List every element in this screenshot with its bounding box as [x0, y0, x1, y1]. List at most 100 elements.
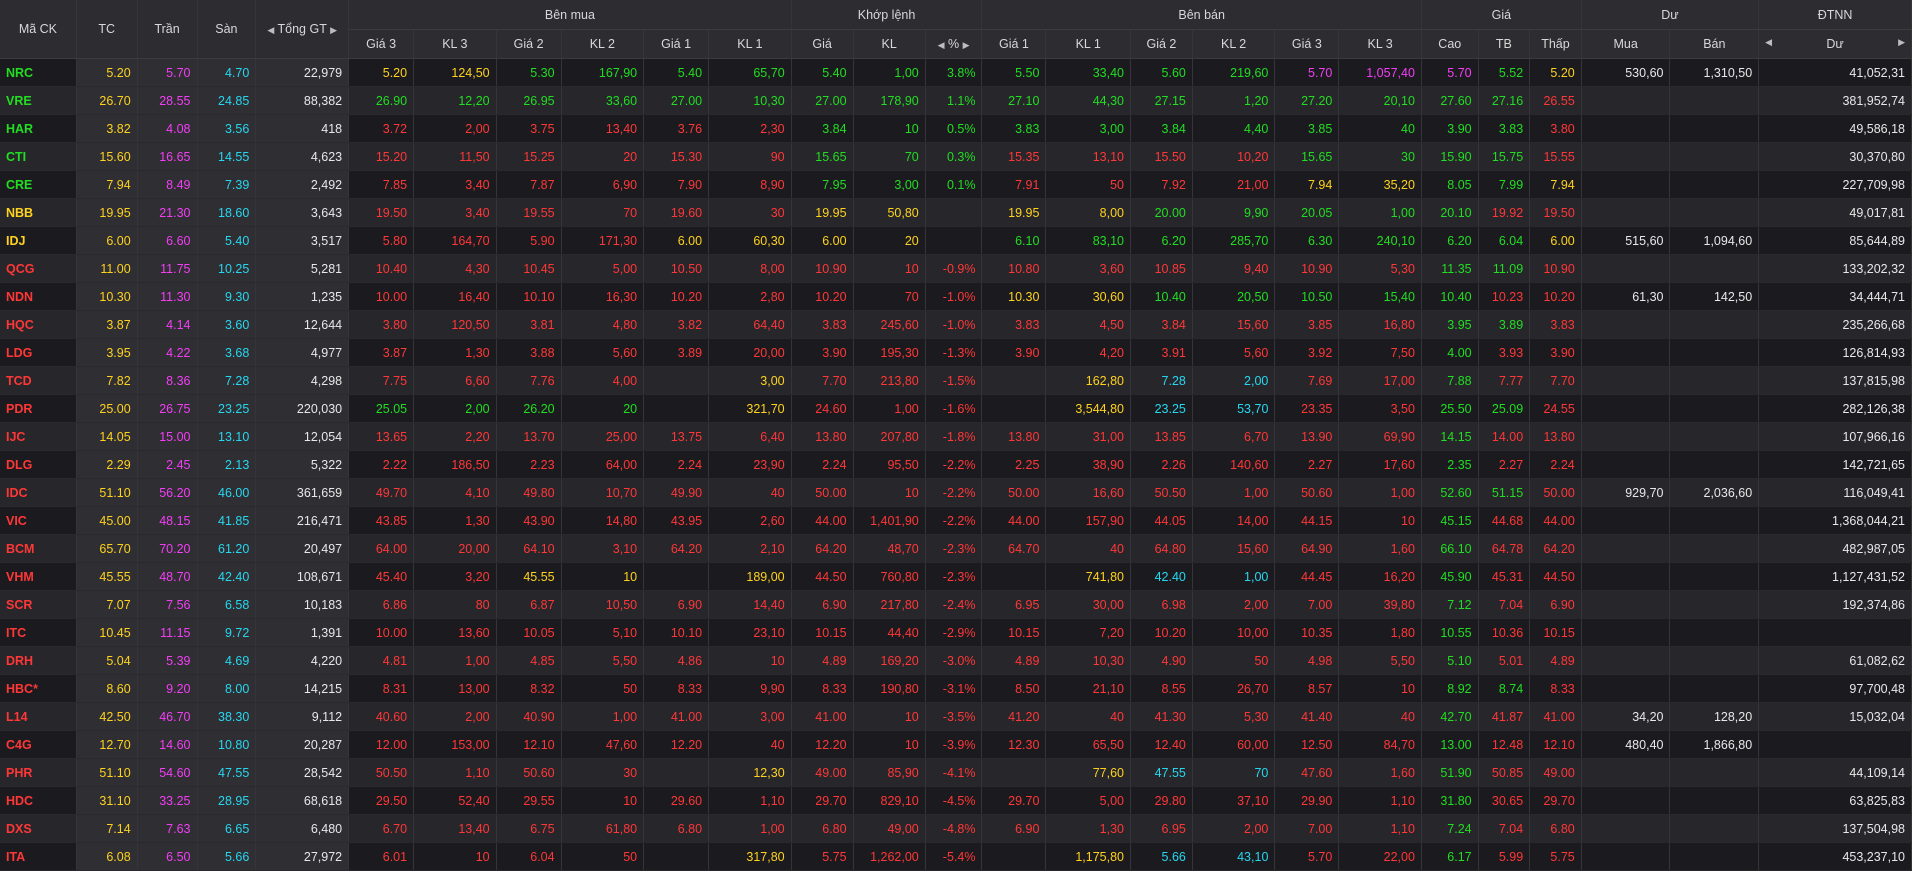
high-price: 2.35 — [1421, 450, 1479, 479]
symbol-cell[interactable]: PHR — [0, 758, 77, 787]
table-row[interactable]: ITA 6.08 6.50 5.66 27,972 6.01 10 6.04 50 317,80 5… — [0, 842, 1912, 871]
col-buy-v2[interactable]: KL 2 — [561, 29, 645, 59]
table-row[interactable]: HDC 31.10 33.25 28.95 68,618 29.50 52,40 29.55 1… — [0, 786, 1912, 815]
table-row[interactable]: IDJ 6.00 6.60 5.40 3,517 5.80 164,70 5.90 171,30… — [0, 226, 1912, 255]
col-sell-p2[interactable]: Giá 2 — [1130, 29, 1193, 59]
col-buy-p3[interactable]: Giá 3 — [348, 29, 415, 59]
table-row[interactable]: VHM 45.55 48.70 42.40 108,671 45.40 3,20 45.55 1… — [0, 562, 1912, 591]
table-row[interactable]: DLG 2.29 2.45 2.13 5,322 2.22 186,50 2.23 64,00 2… — [0, 450, 1912, 479]
table-row[interactable]: L14 42.50 46.70 38.30 9,112 40.60 2,00 40.90 1,0… — [0, 702, 1912, 731]
table-row[interactable]: HQC 3.87 4.14 3.60 12,644 3.80 120,50 3.81 4,80 3… — [0, 310, 1912, 339]
bid-vol-1: 30 — [708, 198, 792, 227]
foreign-room: 44,109,14 — [1758, 758, 1912, 787]
symbol-cell[interactable]: DLG — [0, 450, 77, 479]
col-sell-p1[interactable]: Giá 1 — [981, 29, 1047, 59]
col-sell-v2[interactable]: KL 2 — [1192, 29, 1276, 59]
col-match-vol[interactable]: KL — [853, 29, 926, 59]
symbol-cell[interactable]: LDG — [0, 338, 77, 367]
symbol-cell[interactable]: QCG — [0, 254, 77, 283]
col-symbol[interactable]: Mã CK — [0, 0, 77, 59]
col-sell-v1[interactable]: KL 1 — [1045, 29, 1131, 59]
table-row[interactable]: DXS 7.14 7.63 6.65 6,480 6.70 13,40 6.75 61,80 6.… — [0, 814, 1912, 843]
symbol-cell[interactable]: NBB — [0, 198, 77, 227]
table-row[interactable]: PHR 51.10 54.60 47.55 28,542 50.50 1,10 50.60 30… — [0, 758, 1912, 787]
table-row[interactable]: IJC 14.05 15.00 13.10 12,054 13.65 2,20 13.70 25… — [0, 422, 1912, 451]
col-match-price[interactable]: Giá — [791, 29, 854, 59]
symbol-cell[interactable]: TCD — [0, 366, 77, 395]
symbol-cell[interactable]: L14 — [0, 702, 77, 731]
caret-left-icon[interactable]: ◀ — [267, 25, 274, 35]
table-row[interactable]: VRE 26.70 28.55 24.85 88,382 26.90 12,20 26.95 3… — [0, 86, 1912, 115]
symbol-cell[interactable]: IDC — [0, 478, 77, 507]
symbol-cell[interactable]: ITC — [0, 618, 77, 647]
col-buy-v3[interactable]: KL 3 — [413, 29, 497, 59]
table-row[interactable]: ITC 10.45 11.15 9.72 1,391 10.00 13,60 10.05 5,1… — [0, 618, 1912, 647]
table-row[interactable]: VIC 45.00 48.15 41.85 216,471 43.85 1,30 43.90 1… — [0, 506, 1912, 535]
col-buy-v1[interactable]: KL 1 — [708, 29, 792, 59]
table-row[interactable]: DRH 5.04 5.39 4.69 4,220 4.81 1,00 4.85 5,50 4.86… — [0, 646, 1912, 675]
table-row[interactable]: BCM 65.70 70.20 61.20 20,497 64.00 20,00 64.10 3… — [0, 534, 1912, 563]
match-price: 8.33 — [791, 674, 854, 703]
symbol-cell[interactable]: DRH — [0, 646, 77, 675]
symbol-cell[interactable]: C4G — [0, 730, 77, 759]
symbol-cell[interactable]: PDR — [0, 394, 77, 423]
remain-buy — [1581, 394, 1671, 423]
col-sell-p3[interactable]: Giá 3 — [1274, 29, 1340, 59]
table-row[interactable]: CRE 7.94 8.49 7.39 2,492 7.85 3,40 7.87 6,90 7.90… — [0, 170, 1912, 199]
symbol-cell[interactable]: IJC — [0, 422, 77, 451]
table-row[interactable]: IDC 51.10 56.20 46.00 361,659 49.70 4,10 49.80 1… — [0, 478, 1912, 507]
symbol-cell[interactable]: NRC — [0, 58, 77, 87]
symbol-cell[interactable]: HAR — [0, 114, 77, 143]
table-row[interactable]: TCD 7.82 8.36 7.28 4,298 7.75 6,60 7.76 4,00 3,00… — [0, 366, 1912, 395]
ask-price-2: 2.26 — [1130, 450, 1193, 479]
table-row[interactable]: PDR 25.00 26.75 23.25 220,030 25.05 2,00 26.20 2… — [0, 394, 1912, 423]
col-sell-v3[interactable]: KL 3 — [1338, 29, 1422, 59]
col-match-pct[interactable]: ◀ % ▶ — [925, 29, 983, 59]
caret-right-icon[interactable]: ▶ — [330, 25, 337, 35]
symbol-cell[interactable]: HDC — [0, 786, 77, 815]
caret-left-icon[interactable]: ◀ — [1765, 37, 1772, 48]
col-floor[interactable]: Sàn — [197, 0, 257, 59]
col-ref[interactable]: TC — [76, 0, 138, 59]
caret-left-icon[interactable]: ◀ — [938, 40, 945, 50]
caret-right-icon[interactable]: ▶ — [963, 40, 970, 50]
symbol-cell[interactable]: IDJ — [0, 226, 77, 255]
table-row[interactable]: NDN 10.30 11.30 9.30 1,235 10.00 16,40 10.10 16,… — [0, 282, 1912, 311]
total-value-cell: 216,471 — [255, 506, 350, 535]
col-avg[interactable]: TB — [1478, 29, 1531, 59]
symbol-cell[interactable]: ITA — [0, 842, 77, 871]
table-row[interactable]: QCG 11.00 11.75 10.25 5,281 10.40 4,30 10.45 5,0… — [0, 254, 1912, 283]
table-row[interactable]: NRC 5.20 5.70 4.70 22,979 5.20 124,50 5.30 167,9… — [0, 58, 1912, 87]
table-row[interactable]: HBC* 8.60 9.20 8.00 14,215 8.31 13,00 8.32 50 8.3… — [0, 674, 1912, 703]
symbol-cell[interactable]: BCM — [0, 534, 77, 563]
table-row[interactable]: C4G 12.70 14.60 10.80 20,287 12.00 153,00 12.10… — [0, 730, 1912, 759]
low-price: 6.90 — [1529, 590, 1582, 619]
col-remain-buy[interactable]: Mua — [1581, 29, 1671, 59]
symbol-cell[interactable]: SCR — [0, 590, 77, 619]
symbol-cell[interactable]: VIC — [0, 506, 77, 535]
symbol-cell[interactable]: HQC — [0, 310, 77, 339]
symbol-cell[interactable]: VHM — [0, 562, 77, 591]
col-low[interactable]: Thấp — [1529, 29, 1582, 59]
table-row[interactable]: HAR 3.82 4.08 3.56 418 3.72 2,00 3.75 13,40 3.76 2… — [0, 114, 1912, 143]
symbol-cell[interactable]: CRE — [0, 170, 77, 199]
col-buy-p1[interactable]: Giá 1 — [643, 29, 710, 59]
symbol-cell[interactable]: NDN — [0, 282, 77, 311]
symbol-cell[interactable]: DXS — [0, 814, 77, 843]
caret-right-icon[interactable]: ▶ — [1898, 37, 1905, 48]
symbol-cell[interactable]: HBC* — [0, 674, 77, 703]
col-ceiling[interactable]: Trần — [137, 0, 198, 59]
col-foreign-room[interactable]: ◀ Dư ▶ — [1758, 29, 1912, 59]
col-total[interactable]: ◀ Tổng GT ▶ — [255, 0, 350, 59]
table-row[interactable]: NBB 19.95 21.30 18.60 3,643 19.50 3,40 19.55 70 1… — [0, 198, 1912, 227]
col-high[interactable]: Cao — [1421, 29, 1479, 59]
ask-vol-3: 5,30 — [1338, 254, 1422, 283]
symbol-cell[interactable]: CTI — [0, 142, 77, 171]
table-row[interactable]: LDG 3.95 4.22 3.68 4,977 3.87 1,30 3.88 5,60 3.89… — [0, 338, 1912, 367]
table-row[interactable]: SCR 7.07 7.56 6.58 10,183 6.86 80 6.87 10,50 6.90… — [0, 590, 1912, 619]
table-row[interactable]: CTI 15.60 16.65 14.55 4,623 15.20 11,50 15.25 20… — [0, 142, 1912, 171]
floor-cell: 3.68 — [197, 338, 257, 367]
symbol-cell[interactable]: VRE — [0, 86, 77, 115]
col-remain-sell[interactable]: Bán — [1669, 29, 1760, 59]
col-buy-p2[interactable]: Giá 2 — [496, 29, 562, 59]
